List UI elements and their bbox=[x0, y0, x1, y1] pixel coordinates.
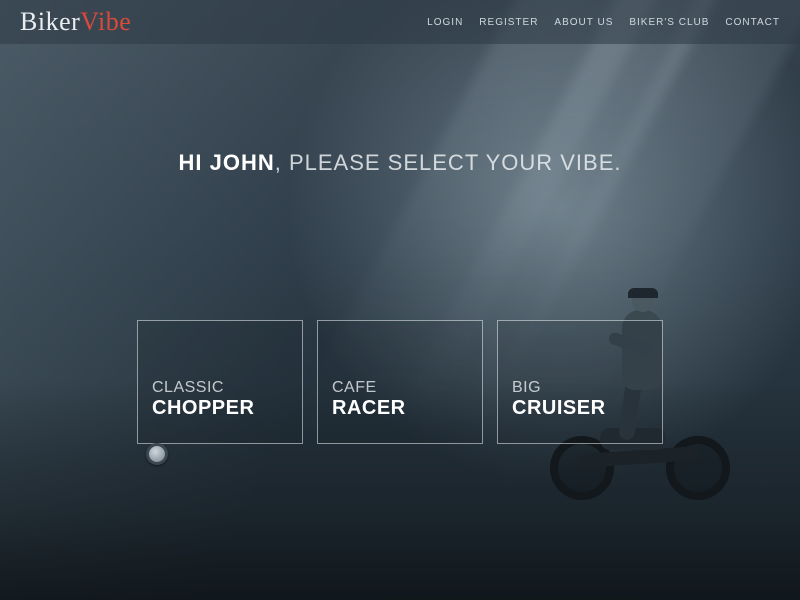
header: BikerVibe LOGIN REGISTER ABOUT US BIKER'… bbox=[0, 0, 800, 44]
card-big-cruiser[interactable]: BIG CRUISER bbox=[497, 320, 663, 444]
card-line1: CLASSIC bbox=[152, 379, 288, 397]
card-line1: CAFE bbox=[332, 379, 468, 397]
vibe-cards: CLASSIC CHOPPER CAFE RACER BIG CRUISER bbox=[0, 320, 800, 444]
headline-greeting: HI JOHN bbox=[178, 150, 274, 175]
card-line1: BIG bbox=[512, 379, 648, 397]
card-line2: CRUISER bbox=[512, 397, 648, 420]
card-line2: RACER bbox=[332, 397, 468, 420]
nav-register[interactable]: REGISTER bbox=[479, 17, 538, 28]
headline-rest: , PLEASE SELECT YOUR VIBE. bbox=[275, 150, 622, 175]
main-nav: LOGIN REGISTER ABOUT US BIKER'S CLUB CON… bbox=[427, 17, 780, 28]
nav-login[interactable]: LOGIN bbox=[427, 17, 463, 28]
nav-about[interactable]: ABOUT US bbox=[554, 17, 613, 28]
nav-club[interactable]: BIKER'S CLUB bbox=[629, 17, 709, 28]
logo-part1: Biker bbox=[20, 7, 80, 36]
logo[interactable]: BikerVibe bbox=[20, 7, 131, 37]
nav-contact[interactable]: CONTACT bbox=[725, 17, 780, 28]
hero-background: BikerVibe LOGIN REGISTER ABOUT US BIKER'… bbox=[0, 0, 800, 600]
logo-part2: Vibe bbox=[80, 7, 131, 36]
card-cafe-racer[interactable]: CAFE RACER bbox=[317, 320, 483, 444]
card-classic-chopper[interactable]: CLASSIC CHOPPER bbox=[137, 320, 303, 444]
headline: HI JOHN, PLEASE SELECT YOUR VIBE. bbox=[0, 150, 800, 176]
palette-chip-icon[interactable] bbox=[146, 443, 168, 465]
card-line2: CHOPPER bbox=[152, 397, 288, 420]
